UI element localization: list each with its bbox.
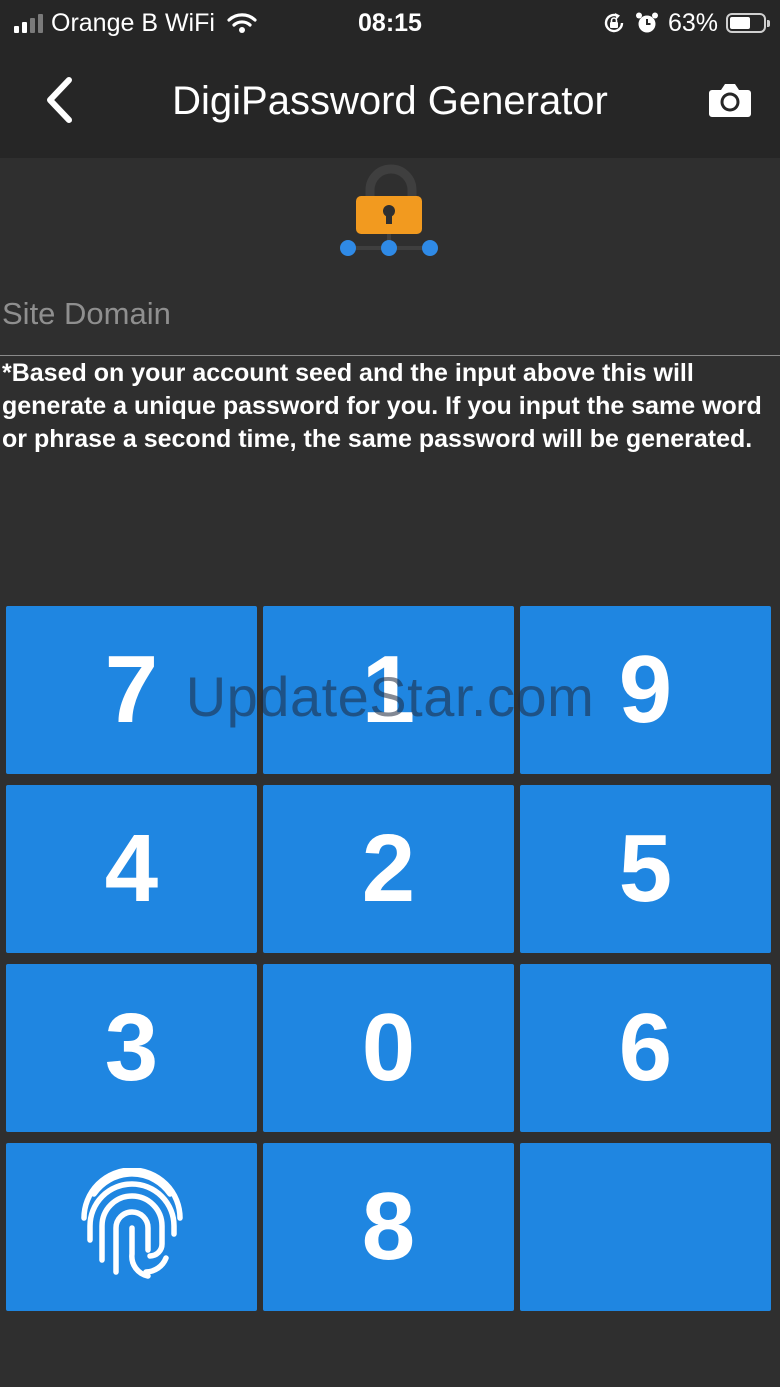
numeric-keypad: 7 1 9 4 2 5 3 0 6 8 xyxy=(6,606,772,1311)
status-left: Orange B WiFi xyxy=(14,6,257,40)
chevron-left-icon xyxy=(47,77,72,123)
key-6[interactable]: 6 xyxy=(520,964,771,1132)
info-note: *Based on your account seed and the inpu… xyxy=(2,359,762,453)
key-3[interactable]: 3 xyxy=(6,964,257,1132)
status-right: 63% xyxy=(602,6,770,40)
site-domain-input[interactable] xyxy=(0,272,780,356)
navigation-bar: DigiPassword Generator xyxy=(0,46,780,158)
camera-button[interactable] xyxy=(706,76,754,124)
camera-icon xyxy=(709,84,751,117)
key-0[interactable]: 0 xyxy=(263,964,514,1132)
key-7[interactable]: 7 xyxy=(6,606,257,774)
key-2[interactable]: 2 xyxy=(263,785,514,953)
lock-logo-icon xyxy=(340,164,438,256)
wifi-icon xyxy=(227,13,257,33)
page-title: DigiPassword Generator xyxy=(172,79,608,123)
key-blank[interactable] xyxy=(520,1143,771,1311)
fingerprint-button[interactable] xyxy=(6,1143,257,1311)
carrier-label: Orange B WiFi xyxy=(51,8,215,37)
cellular-signal-icon xyxy=(14,13,43,33)
battery-percentage: 63% xyxy=(667,8,718,37)
rotation-lock-icon xyxy=(604,13,624,33)
key-4[interactable]: 4 xyxy=(6,785,257,953)
fingerprint-icon xyxy=(80,1168,183,1279)
alarm-icon xyxy=(635,12,658,33)
key-9[interactable]: 9 xyxy=(520,606,771,774)
key-5[interactable]: 5 xyxy=(520,785,771,953)
battery-icon xyxy=(726,13,770,33)
back-button[interactable] xyxy=(36,72,86,128)
key-1[interactable]: 1 xyxy=(263,606,514,774)
key-8[interactable]: 8 xyxy=(263,1143,514,1311)
status-bar: Orange B WiFi 08:15 63% xyxy=(0,0,780,46)
